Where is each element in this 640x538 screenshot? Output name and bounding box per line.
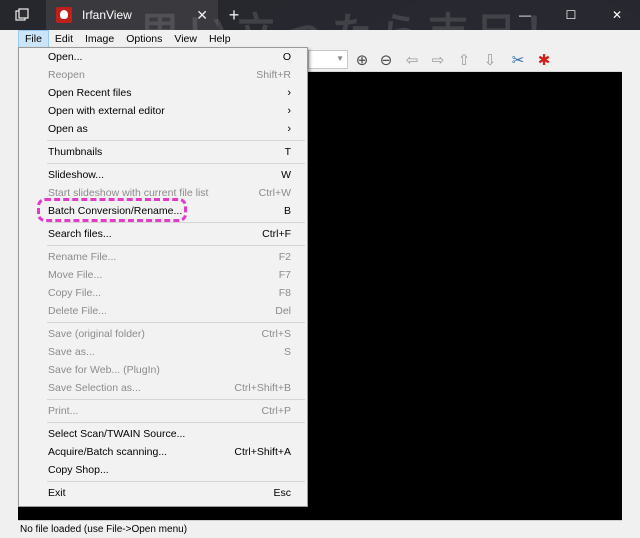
menu-options[interactable]: Options xyxy=(120,30,168,48)
menu-item-label: Open... xyxy=(48,51,83,63)
menu-separator xyxy=(47,163,305,164)
chevron-right-icon: › xyxy=(287,105,291,117)
menu-item-shortcut: B xyxy=(283,205,291,217)
menu-item-label: Print... xyxy=(48,405,79,417)
menu-item-shortcut: W xyxy=(281,169,291,181)
menu-image[interactable]: Image xyxy=(79,30,120,48)
menu-item-label: Copy File... xyxy=(48,287,102,299)
menu-item-label: Acquire/Batch scanning... xyxy=(48,446,168,458)
menu-item-label: Move File... xyxy=(48,269,103,281)
menu-item-save-original-folder[interactable]: Save (original folder) Ctrl+S xyxy=(19,325,307,343)
menu-item-shortcut: F7 xyxy=(278,269,291,281)
menu-item-shortcut: O xyxy=(282,51,291,63)
menu-item-save-for-web-plugin[interactable]: Save for Web... (PlugIn) xyxy=(19,361,307,379)
menu-item-label: Rename File... xyxy=(48,251,117,263)
menu-item-reopen[interactable]: Reopen Shift+R xyxy=(19,66,307,84)
menu-item-shortcut: T xyxy=(284,146,291,158)
menu-item-label: Select Scan/TWAIN Source... xyxy=(48,428,186,440)
menu-item-label: Thumbnails xyxy=(48,146,103,158)
menu-item-shortcut: Ctrl+P xyxy=(261,405,291,417)
menu-help[interactable]: Help xyxy=(203,30,237,48)
menu-item-shortcut: Ctrl+W xyxy=(258,187,291,199)
menu-item-shortcut: Ctrl+F xyxy=(262,228,291,240)
upload-page-icon[interactable]: ⇧ xyxy=(454,51,474,69)
zoom-in-icon[interactable]: ⊕ xyxy=(352,51,372,69)
menu-item-label: Save for Web... (PlugIn) xyxy=(48,364,160,376)
status-bar: No file loaded (use File->Open menu) xyxy=(18,520,622,538)
menu-separator xyxy=(47,222,305,223)
menu-item-label: Open Recent files xyxy=(48,87,132,99)
tab-title: IrfanView xyxy=(82,8,132,22)
next-arrow-icon[interactable]: ⇨ xyxy=(428,51,448,69)
menu-item-open-as[interactable]: Open as › xyxy=(19,120,307,138)
window-frame-left xyxy=(0,30,18,538)
menu-item-copy-shop[interactable]: Copy Shop... xyxy=(19,461,307,479)
menu-item-batch-conversion-rename[interactable]: Batch Conversion/Rename... B xyxy=(19,202,307,220)
menu-item-slideshow[interactable]: Slideshow... W xyxy=(19,166,307,184)
irfanview-window: IrfanView ✕ + — ☐ ✕ 思い立ったら吉日！ FileEditIm… xyxy=(0,0,640,538)
menu-separator xyxy=(47,245,305,246)
menu-separator xyxy=(47,322,305,323)
menu-item-print[interactable]: Print... Ctrl+P xyxy=(19,402,307,420)
zoom-combo[interactable]: ▼ xyxy=(308,50,348,69)
menu-item-save-as[interactable]: Save as... S xyxy=(19,343,307,361)
menu-item-label: Open as xyxy=(48,123,88,135)
download-page-icon[interactable]: ⇩ xyxy=(480,51,500,69)
menu-item-shortcut: F8 xyxy=(278,287,291,299)
window-frame-right xyxy=(622,30,640,538)
irfanview-app-icon xyxy=(56,7,72,23)
previous-arrow-icon[interactable]: ⇦ xyxy=(402,51,422,69)
menu-item-shortcut: F2 xyxy=(278,251,291,263)
menu-item-label: Exit xyxy=(48,487,66,499)
menu-item-label: Save as... xyxy=(48,346,95,358)
menu-item-shortcut: Ctrl+Shift+A xyxy=(234,446,291,458)
menu-view[interactable]: View xyxy=(168,30,203,48)
chevron-right-icon: › xyxy=(287,87,291,99)
menu-item-label: Open with external editor xyxy=(48,105,165,117)
menu-item-shortcut: Ctrl+Shift+B xyxy=(234,382,291,394)
menu-item-label: Search files... xyxy=(48,228,112,240)
menu-item-label: Slideshow... xyxy=(48,169,105,181)
menu-item-open-with-external-editor[interactable]: Open with external editor › xyxy=(19,102,307,120)
menu-item-thumbnails[interactable]: Thumbnails T xyxy=(19,143,307,161)
menu-item-exit[interactable]: Exit Esc xyxy=(19,484,307,502)
menu-item-shortcut: S xyxy=(283,346,291,358)
menu-item-label: Start slideshow with current file list xyxy=(48,187,209,199)
menu-item-move-file[interactable]: Move File... F7 xyxy=(19,266,307,284)
menu-item-save-selection-as[interactable]: Save Selection as... Ctrl+Shift+B xyxy=(19,379,307,397)
menu-item-label: Save (original folder) xyxy=(48,328,145,340)
menu-item-open-recent-files[interactable]: Open Recent files › xyxy=(19,84,307,102)
chevron-down-icon: ▼ xyxy=(336,54,344,63)
menu-item-shortcut: Shift+R xyxy=(256,69,291,81)
menu-item-copy-file[interactable]: Copy File... F8 xyxy=(19,284,307,302)
menu-separator xyxy=(47,399,305,400)
file-menu-dropdown: Open... O Reopen Shift+R Open Recent files › O… xyxy=(18,47,308,507)
menu-bar: File Edit Image Options View Help xyxy=(18,30,622,48)
menu-separator xyxy=(47,481,305,482)
window-system-icon[interactable] xyxy=(0,0,44,30)
menu-item-label: Copy Shop... xyxy=(48,464,109,476)
menu-item-shortcut: Ctrl+S xyxy=(261,328,291,340)
menu-item-shortcut: Esc xyxy=(273,487,291,499)
tools-icon[interactable]: ✂ xyxy=(508,51,528,69)
zoom-out-icon[interactable]: ⊖ xyxy=(376,51,396,69)
menu-separator xyxy=(47,140,305,141)
menu-item-label: Batch Conversion/Rename... xyxy=(48,205,183,217)
menu-item-open[interactable]: Open... O xyxy=(19,48,307,66)
menu-item-select-scan-twain-source[interactable]: Select Scan/TWAIN Source... xyxy=(19,425,307,443)
menu-separator xyxy=(47,422,305,423)
menu-file[interactable]: File xyxy=(18,30,49,48)
menu-item-delete-file[interactable]: Delete File... Del xyxy=(19,302,307,320)
chevron-right-icon: › xyxy=(287,123,291,135)
menu-item-label: Delete File... xyxy=(48,305,107,317)
menu-item-shortcut: Del xyxy=(275,305,291,317)
menu-item-label: Save Selection as... xyxy=(48,382,141,394)
irfanview-cat-icon[interactable]: ✱ xyxy=(534,51,554,69)
menu-item-search-files[interactable]: Search files... Ctrl+F xyxy=(19,225,307,243)
menu-item-label: Reopen xyxy=(48,69,85,81)
menu-edit[interactable]: Edit xyxy=(49,30,79,48)
menu-item-rename-file[interactable]: Rename File... F2 xyxy=(19,248,307,266)
menu-item-acquire-batch-scanning[interactable]: Acquire/Batch scanning... Ctrl+Shift+A xyxy=(19,443,307,461)
menu-item-start-slideshow-with-current-file-list[interactable]: Start slideshow with current file list Ct… xyxy=(19,184,307,202)
